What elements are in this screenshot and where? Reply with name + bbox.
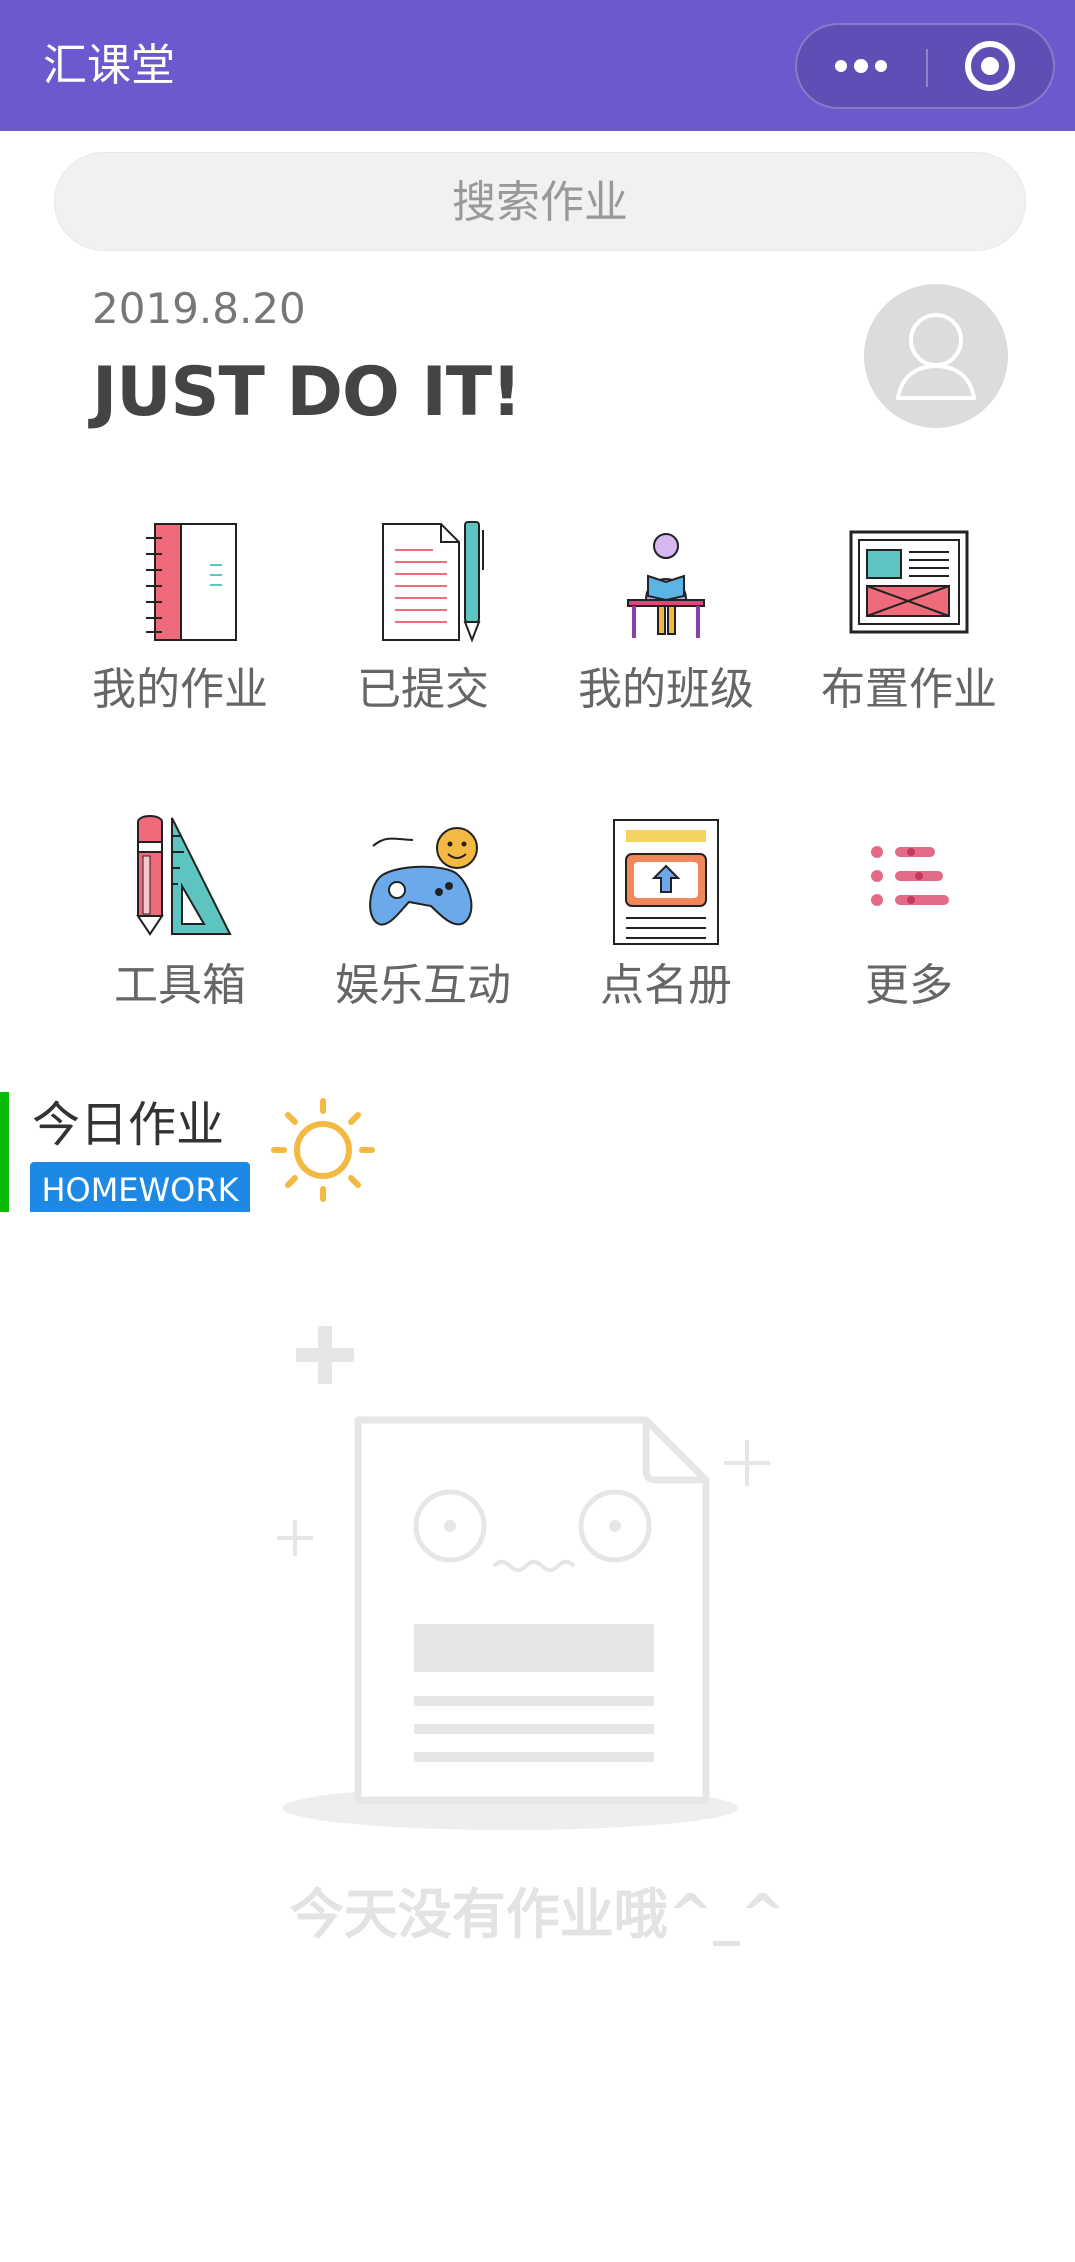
upload-document-icon [613,819,719,945]
grid-item-my-class[interactable]: 我的班级 [546,510,786,718]
user-icon [896,313,976,400]
navigation-bar: 汇课堂 [0,0,1075,131]
grid-item-label: 娱乐互动 [335,960,511,1011]
grid-item-submitted[interactable]: 已提交 [303,510,543,718]
section-title: 今日作业 [32,1097,225,1153]
grid-item-label: 我的作业 [92,664,268,715]
mini-program-capsule [795,23,1055,109]
grid-item-roll-call[interactable]: 点名册 [546,806,786,1014]
grid-item-label: 已提交 [357,664,489,715]
more-dots-icon [835,59,887,73]
grid-item-more[interactable]: 更多 [789,806,1029,1014]
empty-state-message: 今天没有作业哦^_^ [289,1883,786,1946]
search-placeholder: 搜索作业 [452,177,628,228]
app-title: 汇课堂 [43,40,175,91]
board-icon [849,530,969,634]
document-pen-icon [382,521,484,643]
slogan: JUST DO IT! [92,353,522,432]
sun-icon [271,1098,375,1202]
avatar[interactable] [864,284,1008,428]
grid-item-entertainment[interactable]: 娱乐互动 [303,806,543,1014]
grid-item-assign-homework[interactable]: 布置作业 [789,510,1029,718]
grid-item-label: 工具箱 [114,960,246,1011]
list-icon [871,846,949,906]
grid-item-toolbox[interactable]: 工具箱 [60,806,300,1014]
pencil-ruler-icon [136,815,232,936]
section-accent-bar [0,1092,9,1212]
empty-state-illustration [277,1326,770,1830]
grid-item-my-homework[interactable]: 我的作业 [60,510,300,718]
student-reading-icon [627,533,705,638]
notebook-icon [146,523,237,641]
grid-item-label: 我的班级 [578,664,754,715]
search-input[interactable]: 搜索作业 [54,152,1026,251]
current-date: 2019.8.20 [92,284,306,333]
section-badge: HOMEWORK [30,1162,250,1212]
grid-item-label: 更多 [865,960,953,1011]
close-mini-program-button[interactable] [928,25,1055,107]
more-options-button[interactable] [797,25,926,107]
grid-item-label: 点名册 [600,960,732,1011]
grid-item-label: 布置作业 [821,664,997,715]
target-close-icon [965,41,1015,91]
gamepad-icon [369,827,478,926]
